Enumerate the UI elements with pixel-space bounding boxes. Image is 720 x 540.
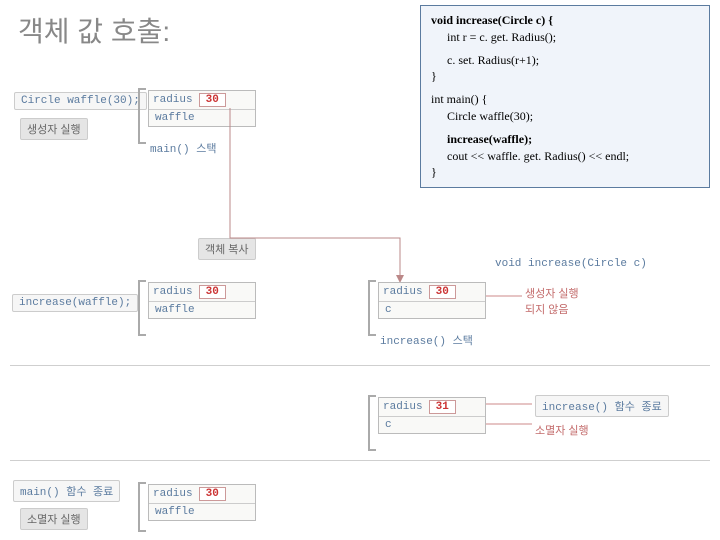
frame-waffle-3-member-name: radius — [153, 488, 193, 500]
stack-bracket-5 — [138, 482, 146, 532]
label-circle-decl: Circle waffle(30); — [14, 92, 147, 110]
code-line-2: int r = c. get. Radius(); — [431, 29, 699, 46]
label-ctor-exec: 생성자 실행 — [20, 118, 88, 140]
label-dtor-exec-2: 소멸자 실행 — [20, 508, 88, 530]
code-box: void increase(Circle c) { int r = c. get… — [420, 5, 710, 188]
frame-waffle-3-name: waffle — [149, 503, 255, 520]
label-main-end: main() 함수 종료 — [13, 480, 120, 502]
frame-c-2-member-name: radius — [383, 401, 423, 413]
code-line-3: c. set. Radius(r+1); — [431, 52, 699, 69]
connector-incend — [486, 398, 536, 430]
frame-c-2-name: c — [379, 416, 485, 433]
code-line-8: cout << waffle. get. Radius() << endl; — [431, 148, 699, 165]
frame-c-2-val: 31 — [429, 400, 456, 414]
label-void-increase: void increase(Circle c) — [495, 258, 647, 270]
frame-waffle-3-val: 30 — [199, 487, 226, 501]
frame-waffle-3: radius 30 waffle — [148, 484, 256, 521]
code-line-5: int main() { — [431, 91, 699, 108]
stack-bracket-1 — [138, 88, 146, 144]
stack-bracket-3 — [368, 280, 376, 336]
frame-c-1-member-name: radius — [383, 286, 423, 298]
code-line-7: increase(waffle); — [431, 131, 699, 148]
frame-c-1: radius 30 c — [378, 282, 486, 319]
stack-bracket-2 — [138, 280, 146, 336]
frame-c-1-name: c — [379, 301, 485, 318]
stack-bracket-4 — [368, 395, 376, 451]
frame-waffle-1: radius 30 waffle — [148, 90, 256, 127]
frame-c-1-member: radius 30 — [379, 283, 485, 301]
arrow-objcopy — [200, 108, 420, 288]
label-noctor: 생성자 실행 되지 않음 — [525, 285, 579, 317]
code-line-4: } — [431, 68, 699, 85]
frame-waffle-2-name: waffle — [149, 301, 255, 318]
frame-c-1-val: 30 — [429, 285, 456, 299]
frame-c-2: radius 31 c — [378, 397, 486, 434]
frame-waffle-3-member: radius 30 — [149, 485, 255, 503]
label-increase-call: increase(waffle); — [12, 294, 138, 312]
label-dtor-exec-1: 소멸자 실행 — [535, 422, 589, 438]
frame-waffle-1-member: radius 30 — [149, 91, 255, 109]
code-line-1: void increase(Circle c) { — [431, 12, 699, 29]
frame-waffle-1-member-name: radius — [153, 94, 193, 106]
connector-noctor — [486, 288, 526, 308]
page-title: 객체 값 호출: — [18, 10, 170, 50]
label-inc-end: increase() 함수 종료 — [535, 395, 669, 417]
divider-1 — [10, 365, 710, 366]
label-main-stack-1: main() 스택 — [150, 140, 216, 156]
label-inc-stack: increase() 스택 — [380, 332, 473, 348]
frame-waffle-2-member: radius 30 — [149, 283, 255, 301]
code-line-9: } — [431, 164, 699, 181]
frame-c-2-member: radius 31 — [379, 398, 485, 416]
divider-2 — [10, 460, 710, 461]
frame-waffle-1-val: 30 — [199, 93, 226, 107]
frame-waffle-2-member-name: radius — [153, 286, 193, 298]
frame-waffle-2: radius 30 waffle — [148, 282, 256, 319]
label-objcopy: 객체 복사 — [198, 238, 256, 260]
frame-waffle-2-val: 30 — [199, 285, 226, 299]
frame-waffle-1-name: waffle — [149, 109, 255, 126]
code-line-6: Circle waffle(30); — [431, 108, 699, 125]
